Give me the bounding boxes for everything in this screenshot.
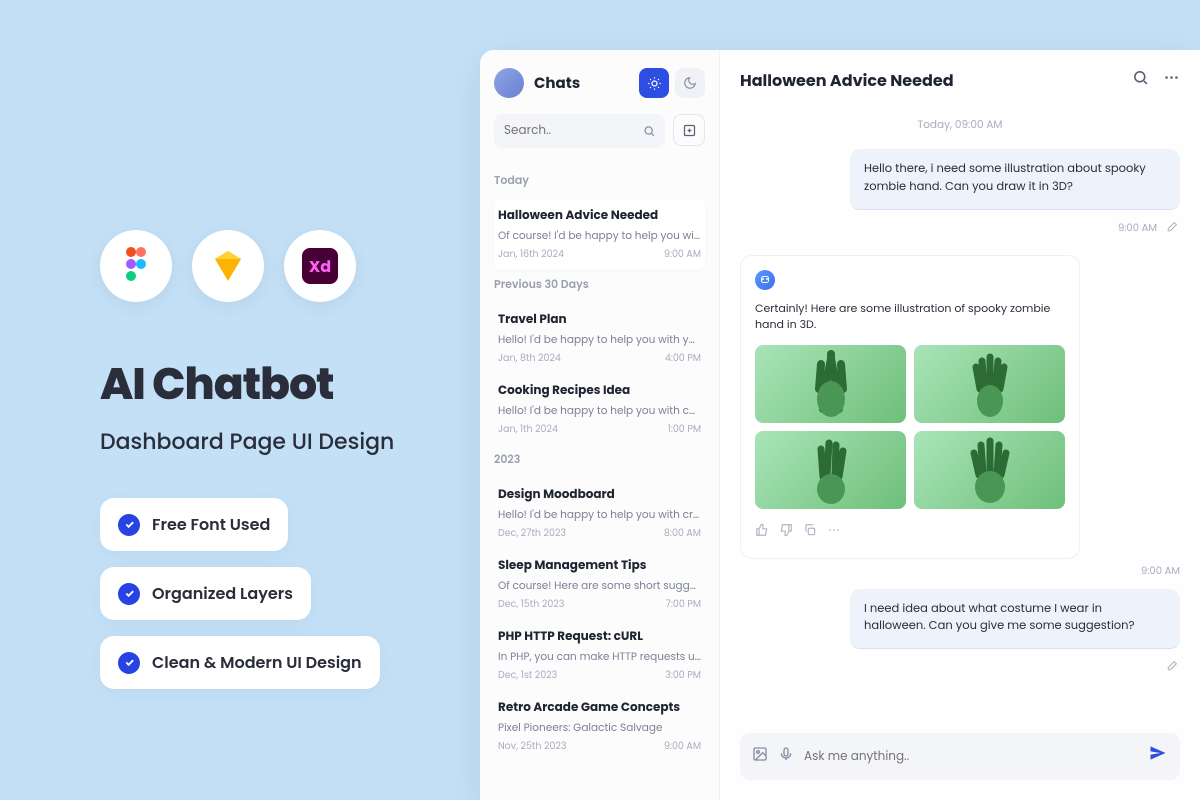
section-label: Previous 30 Days xyxy=(494,276,705,293)
bot-message: Certainly! Here are some illustration of… xyxy=(740,255,1080,559)
user-message: Hello there, i need some illustration ab… xyxy=(850,149,1180,210)
section-label: Today xyxy=(494,172,705,189)
generated-image[interactable] xyxy=(755,431,906,509)
chat-item-date: Nov, 25th 2023 xyxy=(498,740,567,754)
copy-icon[interactable] xyxy=(803,519,817,544)
search-input-container[interactable] xyxy=(494,114,665,148)
feature-pill: Free Font Used xyxy=(100,498,288,551)
message-composer[interactable] xyxy=(740,733,1180,780)
feature-label: Organized Layers xyxy=(152,581,293,606)
chat-item-date: Dec, 27th 2023 xyxy=(498,527,566,541)
generated-image[interactable] xyxy=(914,431,1065,509)
sidebar-title: Chats xyxy=(534,72,629,95)
edit-message-icon[interactable] xyxy=(1165,655,1178,680)
message-time: 9:00 AM xyxy=(1118,220,1157,236)
chat-item-title: Travel Plan xyxy=(498,311,701,329)
message-time: 9:00 AM xyxy=(1141,563,1180,579)
message-input[interactable] xyxy=(804,748,1138,766)
search-input[interactable] xyxy=(504,122,637,140)
user-message: I need idea about what costume I wear in… xyxy=(850,589,1180,650)
chat-item-time: 9:00 AM xyxy=(664,740,701,754)
chat-list-item[interactable]: Retro Arcade Game Concepts Pixel Pioneers… xyxy=(494,691,705,762)
more-icon[interactable] xyxy=(827,519,841,544)
search-icon xyxy=(643,124,655,138)
chat-item-title: Halloween Advice Needed xyxy=(498,207,701,225)
chat-item-preview: In PHP, you can make HTTP requests usi.. xyxy=(498,649,701,665)
feature-label: Clean & Modern UI Design xyxy=(152,650,362,675)
conversation-title: Halloween Advice Needed xyxy=(740,68,954,93)
chat-item-preview: Pixel Pioneers: Galactic Salvage xyxy=(498,720,701,736)
chat-item-time: 3:00 PM xyxy=(665,669,701,683)
section-label: 2023 xyxy=(494,451,705,468)
bot-avatar-icon xyxy=(755,270,775,290)
chat-item-date: Dec, 15th 2023 xyxy=(498,598,564,612)
chat-item-time: 8:00 AM xyxy=(664,527,701,541)
chat-item-date: Jan, 1th 2024 xyxy=(498,423,558,437)
chat-item-preview: Hello! I'd be happy to help you with cre… xyxy=(498,507,701,523)
chat-list-item[interactable]: Sleep Management Tips Of course! Here are… xyxy=(494,549,705,620)
edit-message-icon[interactable] xyxy=(1165,216,1178,241)
figma-icon xyxy=(100,230,172,302)
sidebar: Chats Today Halloween Advice Needed Of cou… xyxy=(480,50,720,800)
svg-text:Xd: Xd xyxy=(309,255,331,278)
conversation-panel: Halloween Advice Needed Today, 09:00 AM … xyxy=(720,50,1200,800)
light-mode-button[interactable] xyxy=(639,68,669,98)
chat-list-item[interactable]: Travel Plan Hello! I'd be happy to help y… xyxy=(494,303,705,374)
feature-pill: Clean & Modern UI Design xyxy=(100,636,380,689)
chat-item-title: Retro Arcade Game Concepts xyxy=(498,699,701,717)
generated-image[interactable] xyxy=(755,345,906,423)
xd-icon: Xd xyxy=(284,230,356,302)
voice-input-icon[interactable] xyxy=(778,744,794,769)
feature-pill: Organized Layers xyxy=(100,567,311,620)
chat-item-title: Cooking Recipes Idea xyxy=(498,382,701,400)
chat-app-window: Chats Today Halloween Advice Needed Of cou… xyxy=(480,50,1200,800)
chat-item-time: 7:00 PM xyxy=(666,598,701,612)
promo-subtitle: Dashboard Page UI Design xyxy=(100,425,460,458)
chat-item-date: Jan, 16th 2024 xyxy=(498,248,564,262)
chat-item-time: 1:00 PM xyxy=(668,423,701,437)
chat-item-date: Jan, 8th 2024 xyxy=(498,352,561,366)
check-icon xyxy=(118,514,140,536)
chat-item-time: 9:00 AM xyxy=(664,248,701,262)
chat-list-item[interactable]: Design Moodboard Hello! I'd be happy to h… xyxy=(494,478,705,549)
chat-item-time: 4:00 PM xyxy=(665,352,701,366)
new-chat-button[interactable] xyxy=(673,114,705,146)
user-avatar[interactable] xyxy=(494,68,524,98)
more-options-icon[interactable] xyxy=(1163,68,1180,93)
chat-item-title: Design Moodboard xyxy=(498,486,701,504)
chat-item-date: Dec, 1st 2023 xyxy=(498,669,557,683)
thumbs-down-icon[interactable] xyxy=(779,519,793,544)
sketch-icon xyxy=(192,230,264,302)
chat-item-preview: Hello! I'd be happy to help you with you… xyxy=(498,332,701,348)
dark-mode-button[interactable] xyxy=(675,68,705,98)
chat-item-preview: Hello! I'd be happy to help you with coo… xyxy=(498,403,701,419)
chat-list-item[interactable]: Halloween Advice Needed Of course! I'd be… xyxy=(494,199,705,270)
generated-image[interactable] xyxy=(914,345,1065,423)
attach-image-icon[interactable] xyxy=(752,744,768,769)
check-icon xyxy=(118,652,140,674)
chat-item-preview: Of course! Here are some short suggest.. xyxy=(498,578,701,594)
chat-item-title: Sleep Management Tips xyxy=(498,557,701,575)
chat-list-item[interactable]: PHP HTTP Request: cURL In PHP, you can ma… xyxy=(494,620,705,691)
check-icon xyxy=(118,583,140,605)
bot-message-text: Certainly! Here are some illustration of… xyxy=(755,300,1065,333)
thumbs-up-icon[interactable] xyxy=(755,519,769,544)
chat-item-preview: Of course! I'd be happy to help you with… xyxy=(498,228,701,244)
promo-title: AI Chatbot xyxy=(100,352,460,417)
search-conversation-icon[interactable] xyxy=(1132,68,1149,93)
chat-item-title: PHP HTTP Request: cURL xyxy=(498,628,701,646)
day-timestamp: Today, 09:00 AM xyxy=(740,117,1180,133)
feature-label: Free Font Used xyxy=(152,512,270,537)
send-button[interactable] xyxy=(1148,743,1168,770)
chat-list-item[interactable]: Cooking Recipes Idea Hello! I'd be happy … xyxy=(494,374,705,445)
